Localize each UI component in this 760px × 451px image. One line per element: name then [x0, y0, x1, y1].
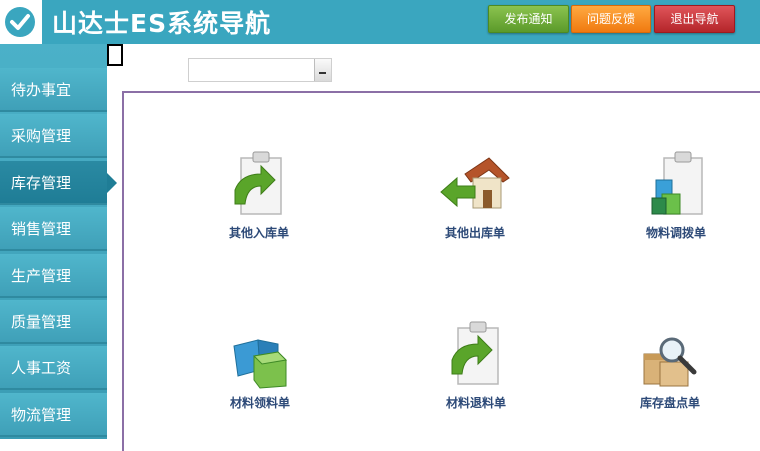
publish-notice-button[interactable]: 发布通知 [488, 5, 569, 33]
tile-label: 材料退料单 [445, 396, 506, 410]
tile-label: 其他入库单 [228, 226, 289, 240]
small-checkbox[interactable] [107, 44, 123, 66]
feedback-button[interactable]: 问题反馈 [571, 5, 651, 33]
sidebar-item-todo[interactable]: 待办事宜 [0, 68, 107, 112]
sidebar-item-production[interactable]: 生产管理 [0, 254, 107, 298]
clipboard-arrow-in-icon [234, 151, 282, 215]
tile-material-return[interactable]: 材料退料单 [406, 320, 546, 411]
tile-stock-count[interactable]: 库存盘点单 [600, 332, 740, 411]
exit-navigation-button[interactable]: 退出导航 [654, 5, 735, 33]
tile-label: 库存盘点单 [639, 396, 700, 410]
app-title: 山达士ES系统导航 [52, 9, 272, 38]
tile-label: 物料调拨单 [645, 226, 706, 240]
sidebar-item-hr-payroll[interactable]: 人事工资 [0, 346, 107, 390]
tile-label: 材料领料单 [229, 396, 290, 410]
sidebar-item-purchasing[interactable]: 采购管理 [0, 114, 107, 158]
sidebar-item-quality[interactable]: 质量管理 [0, 300, 107, 344]
check-logo-icon [5, 7, 35, 37]
tile-material-transfer[interactable]: 物料调拨单 [606, 150, 746, 241]
clipboard-arrow-return-icon [451, 321, 499, 385]
tile-other-outbound[interactable]: 其他出库单 [405, 152, 545, 241]
dropdown-arrow-icon[interactable] [314, 59, 331, 81]
tile-material-requisition[interactable]: 材料领料单 [190, 330, 330, 411]
box-magnifier-icon [643, 337, 697, 387]
tile-other-inbound[interactable]: 其他入库单 [189, 150, 329, 241]
top-header: 山达士ES系统导航 发布通知 问题反馈 退出导航 [0, 0, 760, 52]
tile-label: 其他出库单 [444, 226, 505, 240]
bins-icon [233, 339, 288, 389]
house-arrow-out-icon [440, 157, 510, 209]
module-select[interactable] [188, 58, 332, 82]
sidebar-item-logistics[interactable]: 物流管理 [0, 393, 107, 437]
sidebar-item-sales[interactable]: 销售管理 [0, 207, 107, 251]
sidebar: 待办事宜 采购管理 库存管理 销售管理 生产管理 质量管理 人事工资 物流管理 [0, 44, 117, 439]
clipboard-bins-icon [651, 151, 703, 215]
sidebar-item-inventory[interactable]: 库存管理 [0, 161, 117, 205]
